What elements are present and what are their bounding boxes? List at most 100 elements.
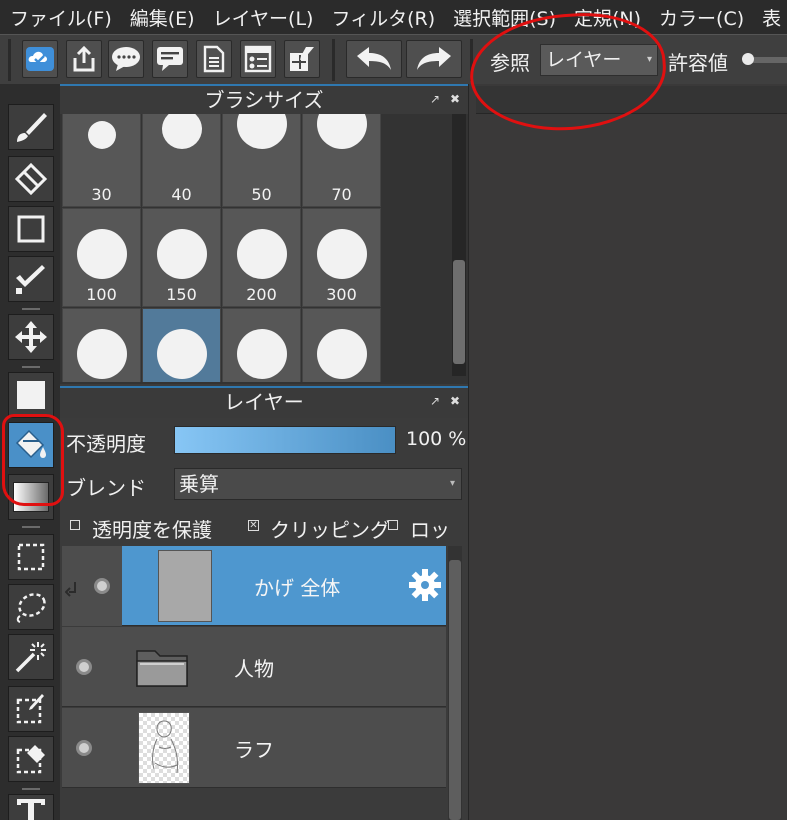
layer-row-kage[interactable]: かげ 全体 bbox=[62, 546, 446, 626]
tolerance-slider-knob[interactable] bbox=[742, 53, 754, 65]
tool-separator bbox=[22, 366, 40, 368]
brush-size-option[interactable]: 150 bbox=[142, 208, 221, 307]
brush-panel-title: ブラシサイズ bbox=[60, 84, 468, 114]
document-button[interactable] bbox=[196, 40, 232, 78]
redo-button[interactable] bbox=[406, 40, 462, 78]
gear-icon[interactable] bbox=[408, 568, 442, 602]
detach-icon[interactable]: ↗ bbox=[430, 394, 440, 408]
opacity-slider[interactable] bbox=[174, 426, 396, 454]
sketch-figure-icon bbox=[152, 720, 178, 774]
brush-size-option[interactable]: 30 bbox=[62, 114, 141, 207]
share-button[interactable] bbox=[66, 40, 102, 78]
brush-size-option[interactable]: 500 bbox=[142, 308, 221, 382]
toolbar-separator bbox=[470, 39, 473, 81]
menu-layer[interactable]: レイヤー(L) bbox=[203, 4, 322, 31]
panel-layout-button[interactable] bbox=[240, 40, 276, 78]
edit-grid-icon bbox=[290, 47, 314, 71]
brush-size-option[interactable]: 70 bbox=[302, 114, 381, 207]
move-tool[interactable] bbox=[8, 314, 54, 360]
toolbar-separator bbox=[332, 39, 335, 81]
white-square-icon bbox=[17, 381, 45, 409]
select-eraser-tool[interactable] bbox=[8, 736, 54, 782]
brush-scrollbar-thumb[interactable] bbox=[453, 260, 465, 364]
share-icon bbox=[73, 45, 95, 72]
brush-size-label: 200 bbox=[246, 285, 277, 304]
brush-preview-dot bbox=[316, 329, 367, 379]
menu-edit[interactable]: 編集(E) bbox=[120, 4, 203, 31]
shape-tool[interactable] bbox=[8, 206, 54, 252]
edit-grid-button[interactable] bbox=[284, 40, 320, 78]
toolbar: 参照 レイヤー ▾ 許容値 bbox=[0, 34, 787, 84]
gradient-tool[interactable] bbox=[8, 474, 54, 520]
layer-visibility-toggle[interactable] bbox=[94, 578, 110, 594]
brush-size-option[interactable]: 200 bbox=[222, 208, 301, 307]
layer-list: かげ 全体 人物 ラフ bbox=[60, 546, 468, 820]
chevron-down-icon: ▾ bbox=[449, 478, 455, 489]
text-tool[interactable] bbox=[8, 794, 54, 820]
reference-select-value: レイヤー bbox=[546, 49, 622, 71]
document-icon bbox=[203, 45, 225, 73]
fill-color-tool[interactable] bbox=[8, 372, 54, 418]
redo-icon bbox=[417, 47, 451, 70]
blend-mode-select[interactable]: 乗算 ▾ bbox=[174, 468, 462, 500]
brush-preview-dot bbox=[236, 329, 287, 379]
lock-checkbox[interactable] bbox=[388, 520, 398, 530]
layer-visibility-toggle[interactable] bbox=[76, 659, 92, 675]
close-icon[interactable]: ✖ bbox=[450, 394, 460, 408]
folder-icon bbox=[136, 650, 188, 687]
brush-size-option[interactable]: 50 bbox=[222, 114, 301, 207]
brush-preview-dot bbox=[156, 329, 207, 379]
brush-size-label: 40 bbox=[171, 185, 192, 204]
rect-select-tool[interactable] bbox=[8, 534, 54, 580]
reference-select[interactable]: レイヤー ▾ bbox=[540, 44, 658, 76]
brush-tool[interactable] bbox=[8, 104, 54, 150]
canvas-area[interactable] bbox=[468, 84, 787, 820]
menu-file[interactable]: ファイル(F) bbox=[0, 4, 120, 31]
brush-preview-dot bbox=[87, 121, 116, 149]
layer-row-rough[interactable]: ラフ bbox=[62, 708, 446, 788]
menu-selection[interactable]: 選択範囲(S) bbox=[443, 4, 564, 31]
brush-size-panel: ブラシサイズ ↗ ✖ 30 40 50 70 100 150 200 300 400500700… bbox=[60, 84, 468, 384]
layer-name: 人物 bbox=[234, 657, 274, 681]
select-pen-tool[interactable] bbox=[8, 256, 54, 302]
menu-filter[interactable]: フィルタ(R) bbox=[321, 4, 443, 31]
brush-size-option[interactable]: 100 bbox=[62, 208, 141, 307]
brush-size-label: 50 bbox=[251, 185, 272, 204]
speech-bubble-button[interactable] bbox=[108, 40, 144, 78]
magic-wand-tool[interactable] bbox=[8, 634, 54, 680]
brush-preview-dot bbox=[316, 229, 367, 279]
clip-arrow-icon bbox=[65, 582, 76, 597]
detach-icon[interactable]: ↗ bbox=[430, 92, 440, 106]
clipping-label: クリッピング bbox=[270, 518, 390, 542]
dashed-eraser-icon bbox=[16, 745, 45, 774]
brush-icon bbox=[17, 113, 47, 142]
reference-label: 参照 bbox=[490, 51, 530, 75]
layer-scrollbar-thumb[interactable] bbox=[449, 560, 461, 820]
eraser-tool[interactable] bbox=[8, 156, 54, 202]
menu-ruler[interactable]: 定規(N) bbox=[564, 4, 649, 31]
brush-size-option[interactable]: 40 bbox=[142, 114, 221, 207]
lasso-tool[interactable] bbox=[8, 584, 54, 630]
select-pen-tool-2[interactable] bbox=[8, 686, 54, 732]
brush-size-label: 300 bbox=[326, 285, 357, 304]
brush-size-option[interactable]: 700 bbox=[222, 308, 301, 382]
bucket-tool[interactable] bbox=[8, 422, 54, 468]
toolbar-separator bbox=[8, 39, 11, 81]
clipping-checkbox[interactable]: ✕ bbox=[248, 520, 259, 531]
comment-button[interactable] bbox=[152, 40, 188, 78]
menu-view[interactable]: 表 bbox=[752, 4, 787, 31]
brush-size-option[interactable]: 1000 bbox=[302, 308, 381, 382]
brush-size-label: 100 bbox=[86, 285, 117, 304]
close-icon[interactable]: ✖ bbox=[450, 92, 460, 106]
protect-alpha-checkbox[interactable] bbox=[70, 520, 80, 530]
layer-visibility-toggle[interactable] bbox=[76, 740, 92, 756]
tool-separator bbox=[22, 788, 40, 790]
brush-preview-dot bbox=[161, 114, 202, 149]
menu-color[interactable]: カラー(C) bbox=[649, 4, 752, 31]
cloud-check-button[interactable] bbox=[22, 40, 58, 78]
brush-size-option[interactable]: 400 bbox=[62, 308, 141, 382]
layer-panel-title: レイヤー bbox=[60, 386, 468, 418]
brush-size-option[interactable]: 300 bbox=[302, 208, 381, 307]
undo-button[interactable] bbox=[346, 40, 402, 78]
layer-row-jinbutsu[interactable]: 人物 bbox=[62, 627, 446, 707]
